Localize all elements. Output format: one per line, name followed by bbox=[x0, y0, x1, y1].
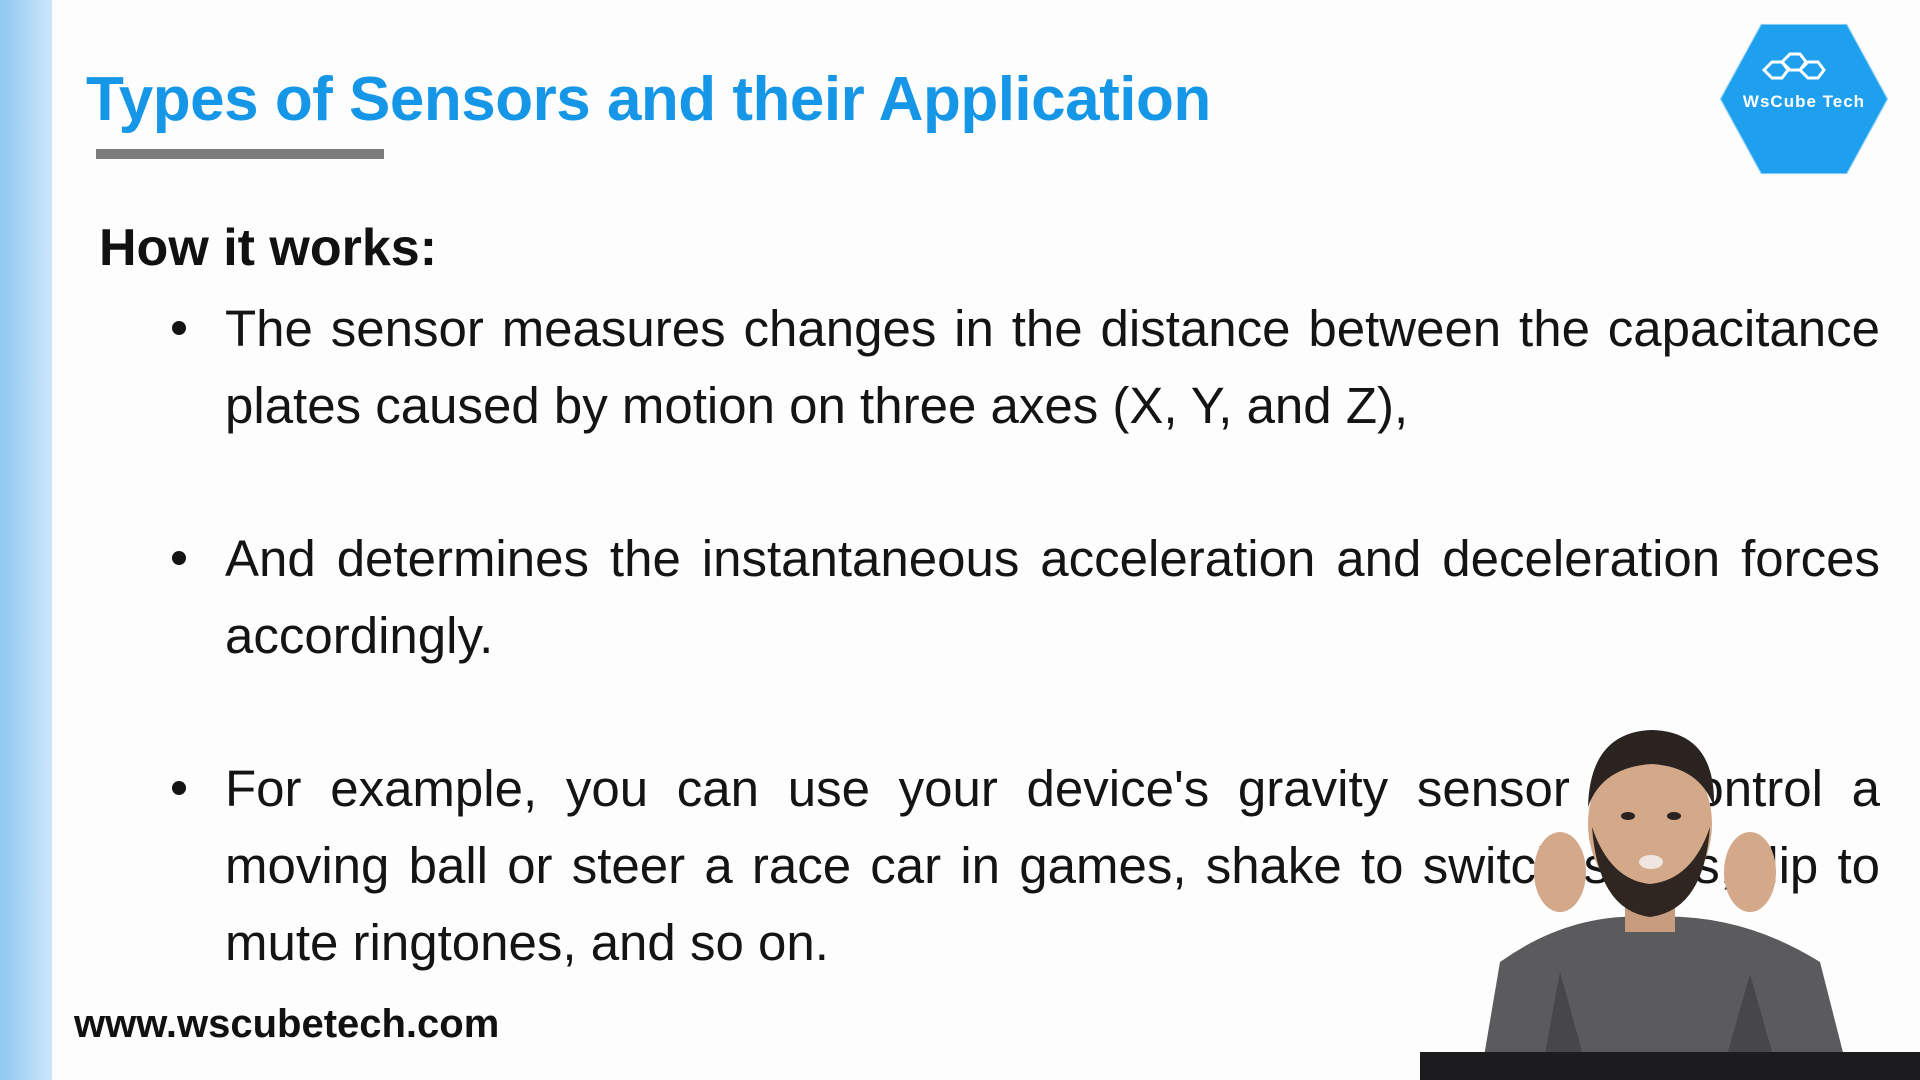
presenter-icon bbox=[1420, 730, 1920, 1080]
bullet-text: The sensor measures changes in the dista… bbox=[225, 300, 1880, 434]
bullet-dot-icon bbox=[172, 781, 186, 795]
bullet-dot-icon bbox=[172, 551, 186, 565]
presenter-video-overlay bbox=[1420, 712, 1920, 1080]
slide: Types of Sensors and their Application W… bbox=[0, 0, 1920, 1080]
slide-title: Types of Sensors and their Application bbox=[86, 65, 1211, 134]
title-underline bbox=[96, 149, 384, 159]
bullet-item: And determines the instantaneous acceler… bbox=[160, 520, 1880, 674]
bullet-dot-icon bbox=[172, 321, 186, 335]
left-accent-bar bbox=[0, 0, 52, 1080]
brand-logo: WsCube Tech bbox=[1718, 20, 1890, 178]
bullet-item: The sensor measures changes in the dista… bbox=[160, 290, 1880, 444]
website-url: www.wscubetech.com bbox=[74, 1002, 500, 1046]
bullet-text: And determines the instantaneous acceler… bbox=[225, 530, 1880, 664]
logo-text: WsCube Tech bbox=[1742, 92, 1866, 111]
section-heading: How it works: bbox=[99, 219, 438, 277]
